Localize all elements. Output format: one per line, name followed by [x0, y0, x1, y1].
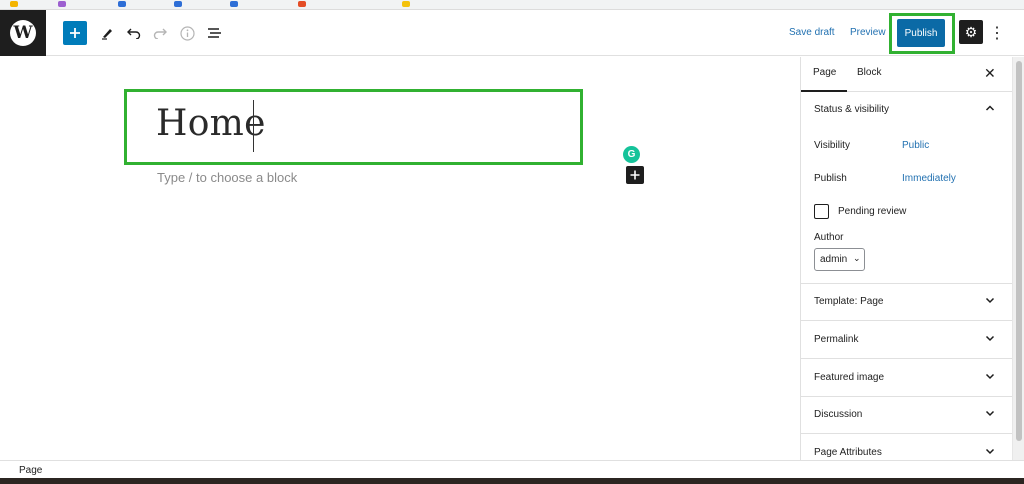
visibility-label: Visibility	[814, 140, 850, 151]
block-breadcrumb-bar: Page	[0, 460, 1024, 478]
plus-icon	[70, 28, 80, 38]
wordpress-logo-icon: W	[10, 20, 36, 46]
editor-window: W Save draft Preview Publish ⚙ ⋮ Home Ty…	[0, 0, 1024, 484]
tab-icon	[118, 1, 126, 7]
editor-toolbar: W Save draft Preview Publish ⚙ ⋮	[0, 10, 1024, 56]
preview-button[interactable]: Preview	[850, 27, 886, 38]
tools-button[interactable]	[97, 19, 117, 47]
undo-button[interactable]	[124, 19, 144, 47]
close-sidebar-button[interactable]: ✕	[984, 65, 996, 82]
tab-icon	[174, 1, 182, 7]
tab-icon	[10, 1, 18, 7]
pending-review-checkbox[interactable]	[814, 204, 829, 219]
redo-icon	[153, 28, 167, 39]
tab-icon	[58, 1, 66, 7]
list-view-button[interactable]	[204, 19, 224, 47]
sidebar-scrollbar[interactable]	[1012, 57, 1024, 460]
save-draft-button[interactable]: Save draft	[789, 27, 835, 38]
publish-label: Publish	[814, 173, 847, 184]
chevron-down-icon	[985, 332, 995, 346]
publish-button[interactable]: Publish	[897, 19, 945, 47]
chevron-up-icon	[985, 102, 995, 116]
panel-template-toggle[interactable]: Template: Page	[801, 284, 1013, 321]
tab-page[interactable]: Page	[813, 67, 836, 78]
inline-block-inserter-button[interactable]	[626, 166, 644, 184]
gear-icon: ⚙	[964, 23, 978, 40]
author-select[interactable]: admin ⌄	[814, 248, 865, 271]
tab-icon	[298, 1, 306, 7]
settings-sidebar: Page Block ✕ Status & visibility Visibil…	[800, 57, 1013, 460]
sidebar-tabs: Page Block ✕	[801, 57, 1013, 92]
block-appender-placeholder[interactable]: Type / to choose a block	[157, 170, 297, 185]
browser-tab-strip	[0, 0, 1024, 10]
panel-status-visibility-toggle[interactable]: Status & visibility	[801, 92, 1013, 129]
chevron-down-icon	[985, 407, 995, 421]
breadcrumb-page[interactable]: Page	[19, 465, 42, 476]
block-inserter-button[interactable]	[63, 21, 87, 45]
chevron-down-icon	[985, 294, 995, 308]
author-select-value: admin	[820, 254, 848, 265]
os-taskbar	[0, 478, 1024, 484]
pencil-icon	[102, 29, 112, 40]
undo-icon	[127, 28, 141, 39]
panel-title: Status & visibility	[814, 104, 890, 115]
pending-review-label: Pending review	[838, 206, 907, 217]
chevron-down-icon	[985, 445, 995, 459]
chevron-down-icon	[985, 370, 995, 384]
panel-permalink-toggle[interactable]: Permalink	[801, 322, 1013, 359]
text-cursor	[253, 100, 254, 152]
more-vertical-icon: ⋮	[989, 25, 1005, 42]
post-title-input[interactable]: Home	[156, 103, 266, 144]
wordpress-logo-button[interactable]: W	[0, 10, 46, 56]
redo-button[interactable]	[150, 19, 170, 47]
info-icon	[179, 25, 195, 41]
panel-title: Page Attributes	[814, 447, 882, 458]
close-icon: ✕	[984, 65, 996, 81]
panel-title: Template: Page	[814, 296, 884, 307]
author-label: Author	[814, 232, 844, 243]
panel-title: Discussion	[814, 409, 863, 420]
chevron-down-icon: ⌄	[853, 253, 861, 263]
tab-block[interactable]: Block	[857, 67, 881, 78]
tab-icon	[230, 1, 238, 7]
details-button[interactable]	[177, 19, 197, 47]
panel-title: Permalink	[814, 334, 859, 345]
grammarly-icon[interactable]: G	[623, 146, 640, 163]
list-view-icon	[207, 28, 221, 38]
publish-date-toggle[interactable]: Immediately	[902, 173, 956, 184]
visibility-toggle[interactable]: Public	[902, 140, 929, 151]
panel-discussion-toggle[interactable]: Discussion	[801, 397, 1013, 434]
options-menu-button[interactable]: ⋮	[989, 22, 1005, 44]
plus-icon	[630, 170, 640, 180]
panel-featured-image-toggle[interactable]: Featured image	[801, 360, 1013, 397]
panel-title: Featured image	[814, 372, 885, 383]
scrollbar-thumb[interactable]	[1016, 61, 1022, 441]
tab-icon	[402, 1, 410, 7]
settings-button[interactable]: ⚙	[959, 20, 983, 44]
editor-canvas: Home Type / to choose a block G	[0, 57, 800, 460]
